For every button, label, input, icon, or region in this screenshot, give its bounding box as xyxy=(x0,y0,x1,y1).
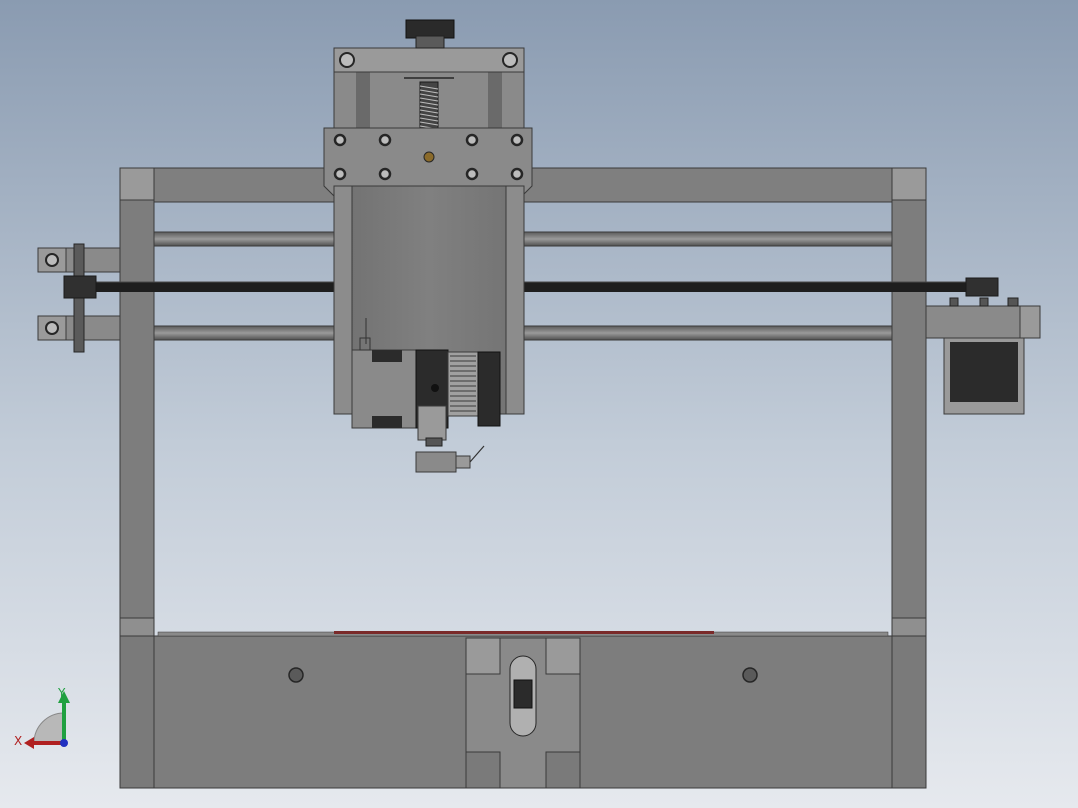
x-axis-belt xyxy=(70,281,982,292)
plate-bolt xyxy=(510,133,524,147)
z-lead-screw xyxy=(419,81,439,131)
left-idler-assembly xyxy=(37,243,121,353)
plate-bolt xyxy=(465,133,479,147)
cnc-machine-front-view xyxy=(37,19,1041,789)
plate-bolt xyxy=(378,167,392,181)
plate-bolt xyxy=(333,167,347,181)
right-motor-mount xyxy=(925,277,1041,415)
left-frame-post xyxy=(119,199,155,639)
x-axis-arrowhead xyxy=(24,737,34,749)
y-axis-carriage xyxy=(465,637,581,789)
y-axis-label: Y xyxy=(57,686,66,700)
triad-arc xyxy=(33,712,65,744)
cad-viewport[interactable]: Y X xyxy=(0,0,1078,808)
right-frame-post xyxy=(891,199,927,639)
plate-bolt xyxy=(333,133,347,147)
z-axis-dot xyxy=(60,739,68,747)
plate-bolt xyxy=(378,133,392,147)
plate-bolt xyxy=(465,167,479,181)
x-axis-label: X xyxy=(14,734,22,748)
plate-bolt xyxy=(510,167,524,181)
axis-triad: Y X xyxy=(14,686,70,749)
